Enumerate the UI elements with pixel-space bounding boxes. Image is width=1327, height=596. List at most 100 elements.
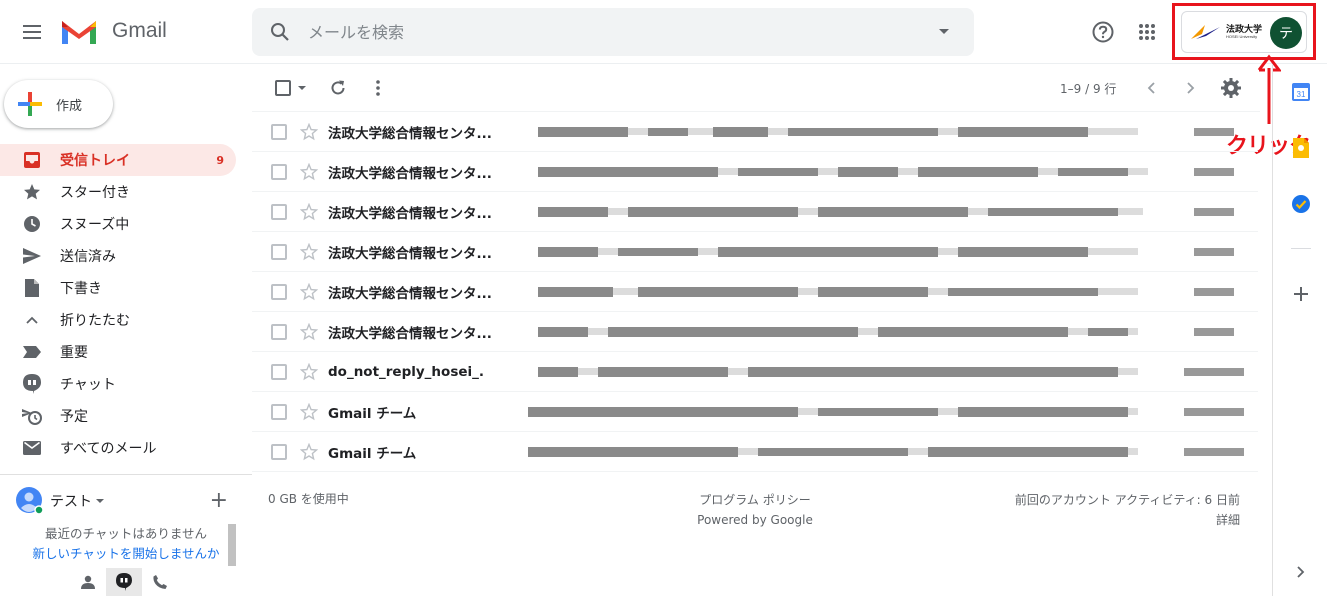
main-menu-button[interactable] (14, 14, 50, 50)
row-checkbox[interactable] (271, 203, 287, 220)
sidebar-item-collapse[interactable]: 折りたたむ (0, 304, 236, 336)
star-icon (24, 184, 40, 200)
more-button[interactable] (360, 70, 396, 106)
redacted-date (1194, 288, 1234, 296)
table-row[interactable]: 法政大学総合情報センタ... (252, 312, 1258, 352)
storage-usage: 0 GB を使用中 (268, 492, 349, 506)
tasks-icon (1292, 195, 1310, 213)
sidebar-item-important[interactable]: 重要 (0, 336, 236, 368)
row-checkbox[interactable] (271, 243, 287, 260)
sidebar-item-starred[interactable]: スター付き (0, 176, 236, 208)
mail-sender: do_not_reply_hosei_. (328, 363, 485, 380)
redacted-date (1184, 408, 1244, 416)
folder-nav: 受信トレイ 9 スター付き スヌーズ中 送信済み 下書き 折りたたむ 重要 チャ… (0, 144, 252, 464)
search-options-button[interactable] (914, 29, 974, 35)
sidebar-item-drafts[interactable]: 下書き (0, 272, 236, 304)
svg-text:31: 31 (1297, 90, 1306, 99)
expand-side-panel-button[interactable] (1289, 560, 1313, 584)
row-checkbox[interactable] (271, 163, 287, 180)
compose-button[interactable]: 作成 (4, 80, 113, 128)
table-row[interactable]: 法政大学総合情報センタ... (252, 112, 1258, 152)
user-avatar-icon (16, 487, 44, 515)
gmail-logo[interactable]: Gmail (60, 17, 167, 45)
sidebar-item-label: 重要 (60, 345, 88, 361)
account-button[interactable]: 法政大学 HOSEI University テ (1181, 11, 1307, 53)
row-star-button[interactable] (300, 442, 318, 461)
mail-sender: 法政大学総合情報センタ... (328, 125, 492, 142)
get-addons-button[interactable] (1289, 282, 1313, 306)
row-star-button[interactable] (300, 282, 318, 301)
gmail-app: Gmail メールを検索 法政大学 HOSEI University テ クリッ… (0, 0, 1327, 596)
phone-tab[interactable] (142, 568, 178, 596)
sidebar-item-label: スター付き (60, 185, 130, 201)
table-row[interactable]: 法政大学総合情報センタ... (252, 152, 1258, 192)
sidebar-item-label: スヌーズ中 (60, 217, 130, 233)
program-policy-link[interactable]: プログラム ポリシー (650, 490, 860, 510)
mail-sender: 法政大学総合情報センタ... (328, 245, 492, 262)
table-row[interactable]: 法政大学総合情報センタ... (252, 272, 1258, 312)
redacted-subject (538, 207, 1143, 217)
row-star-button[interactable] (300, 122, 318, 141)
mail-sender: 法政大学総合情報センタ... (328, 205, 492, 222)
sidebar-item-chat[interactable]: チャット (0, 368, 236, 400)
row-star-button[interactable] (300, 402, 318, 421)
chat-scrollbar[interactable] (228, 524, 236, 566)
chat-empty-message: 最近のチャットはありません 新しいチャットを開始しませんか (16, 524, 236, 564)
footer-links: プログラム ポリシー Powered by Google (650, 490, 860, 530)
newer-button[interactable] (1133, 70, 1169, 106)
row-checkbox[interactable] (271, 323, 287, 340)
tasks-addon-button[interactable] (1289, 192, 1313, 216)
redacted-date (1194, 128, 1234, 136)
details-link[interactable]: 詳細 (980, 510, 1240, 530)
sidebar-item-inbox[interactable]: 受信トレイ 9 (0, 144, 236, 176)
star-outline-icon (300, 442, 318, 460)
plus-icon (1294, 287, 1308, 301)
hangouts-tab[interactable] (106, 568, 142, 596)
row-checkbox[interactable] (271, 123, 287, 140)
inbox-icon (24, 152, 40, 168)
keep-addon-button[interactable] (1289, 136, 1313, 160)
sidebar-item-all-mail[interactable]: すべてのメール (0, 432, 236, 464)
calendar-addon-button[interactable]: 31 (1289, 80, 1313, 104)
select-all-checkbox[interactable] (266, 70, 314, 106)
row-star-button[interactable] (300, 322, 318, 341)
contacts-tab[interactable] (70, 568, 106, 596)
settings-button[interactable] (1213, 70, 1249, 106)
redacted-subject (538, 367, 1138, 377)
search-input[interactable] (308, 22, 914, 42)
table-row[interactable]: do_not_reply_hosei_. (252, 352, 1258, 392)
start-new-chat-link[interactable]: 新しいチャットを開始しませんか (16, 544, 236, 564)
scheduled-icon (22, 409, 42, 425)
row-star-button[interactable] (300, 202, 318, 221)
row-star-button[interactable] (300, 162, 318, 181)
row-checkbox[interactable] (271, 363, 287, 380)
row-checkbox[interactable] (271, 283, 287, 300)
search-button[interactable] (252, 22, 308, 42)
send-icon (23, 248, 41, 264)
new-chat-plus-icon[interactable]: + (210, 488, 228, 513)
avatar[interactable]: テ (1270, 17, 1302, 49)
refresh-button[interactable] (320, 70, 356, 106)
hangouts-user-selector[interactable]: テスト + (16, 484, 236, 518)
sidebar-item-snoozed[interactable]: スヌーズ中 (0, 208, 236, 240)
sidebar-divider (0, 474, 252, 475)
mail-sender: 法政大学総合情報センタ... (328, 165, 492, 182)
sidebar-item-scheduled[interactable]: 予定 (0, 400, 236, 432)
table-row[interactable]: 法政大学総合情報センタ... (252, 192, 1258, 232)
row-star-button[interactable] (300, 362, 318, 381)
star-outline-icon (300, 282, 318, 300)
google-apps-button[interactable] (1129, 14, 1165, 50)
redacted-subject (528, 447, 1138, 457)
table-row[interactable]: Gmail チーム (252, 392, 1258, 432)
row-checkbox[interactable] (271, 443, 287, 460)
support-button[interactable] (1085, 14, 1121, 50)
older-button[interactable] (1173, 70, 1209, 106)
table-row[interactable]: Gmail チーム (252, 432, 1258, 472)
caret-down-icon (96, 498, 104, 503)
sidebar-item-sent[interactable]: 送信済み (0, 240, 236, 272)
calendar-icon: 31 (1292, 83, 1310, 101)
table-row[interactable]: 法政大学総合情報センタ... (252, 232, 1258, 272)
row-star-button[interactable] (300, 242, 318, 261)
row-checkbox[interactable] (271, 403, 287, 420)
gmail-m-icon (61, 19, 97, 44)
